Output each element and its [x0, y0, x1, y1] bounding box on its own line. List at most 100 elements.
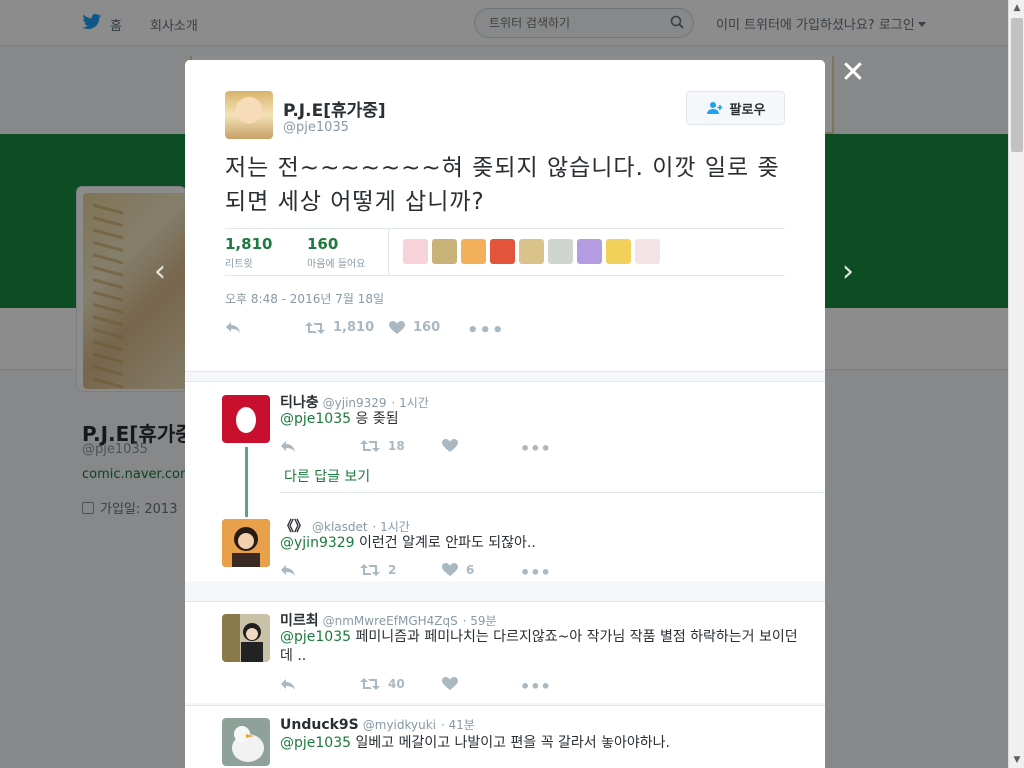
reply-text: @pje1035 응 좆됨: [280, 410, 800, 429]
reply-author-name: 《》: [280, 519, 308, 535]
scroll-down-arrow-icon[interactable]: ▼: [1009, 752, 1024, 768]
reply-author[interactable]: 티나충 @yjin9329 · 1시간: [280, 392, 429, 412]
reply-time[interactable]: · 1시간: [372, 520, 409, 534]
like-button[interactable]: 6: [442, 563, 474, 577]
scrollbar-thumb[interactable]: [1011, 18, 1023, 152]
likers-avatars: [403, 239, 660, 264]
liker-avatar-3[interactable]: [461, 239, 486, 264]
retweet-count: 18: [388, 439, 405, 453]
reply-icon: [281, 679, 295, 690]
retweet-icon: [305, 321, 325, 334]
tweet-stats: 1,810 리트윗 160 마음에 들어요: [225, 228, 785, 276]
author-avatar[interactable]: [225, 91, 273, 139]
reply-author-name: 미르최: [280, 613, 319, 629]
reply-actions: 18 •••: [280, 439, 680, 458]
reply-time[interactable]: · 41분: [441, 718, 475, 732]
reply-avatar[interactable]: [222, 614, 270, 662]
reply-body: 응 좆됨: [351, 411, 399, 427]
reply-text: @yjin9329 이런건 알계로 안파도 되잖아..: [280, 534, 800, 553]
reply-text: @pje1035 일베고 메갈이고 나발이고 편을 꼭 갈라서 놓아야하나.: [280, 734, 800, 753]
liker-avatar-5[interactable]: [519, 239, 544, 264]
egg-avatar-icon: [222, 395, 270, 443]
chevron-right-icon[interactable]: ›: [836, 257, 860, 287]
permalink-tweet: P.J.E[휴가중] @pje1035 팔로우 저는 전~~~~~~~혀 좆되지…: [185, 60, 825, 372]
like-count-stat[interactable]: 160 마음에 들어요: [307, 235, 365, 270]
stats-divider: [388, 229, 389, 275]
more-icon[interactable]: •••: [520, 677, 551, 696]
follow-button[interactable]: 팔로우: [686, 91, 785, 125]
list-item[interactable]: Unduck9S @myidkyuki · 41분 @pje1035 일베고 메갈…: [185, 705, 825, 768]
heart-icon: [442, 563, 458, 576]
reply-avatar[interactable]: [222, 395, 270, 443]
reply-time[interactable]: · 1시간: [391, 396, 428, 410]
retweet-count: 2: [388, 563, 397, 577]
retweet-button[interactable]: 40: [360, 677, 405, 691]
reply-avatar[interactable]: [222, 519, 270, 567]
liker-avatar-8[interactable]: [606, 239, 631, 264]
heart-icon: [442, 439, 458, 452]
reply-button[interactable]: [280, 677, 296, 691]
more-icon[interactable]: •••: [520, 439, 551, 458]
reply-author[interactable]: Unduck9S @myidkyuki · 41분: [280, 716, 475, 733]
liker-avatar-1[interactable]: [403, 239, 428, 264]
scroll-up-arrow-icon[interactable]: ▲: [1009, 0, 1024, 16]
reply-time[interactable]: · 59분: [463, 614, 497, 628]
mention-link[interactable]: @yjin9329: [280, 535, 355, 551]
author-handle[interactable]: @pje1035: [283, 120, 349, 135]
liker-avatar-9[interactable]: [635, 239, 660, 264]
retweet-count: 1,810: [225, 235, 273, 253]
reply-button[interactable]: [280, 439, 296, 453]
mention-link[interactable]: @pje1035: [280, 629, 351, 645]
reply-button[interactable]: [280, 563, 296, 577]
replies-list: 티나충@yjin9329 · 1시간 @pje1035 응 좆됨 18 •••: [185, 372, 825, 768]
author-name[interactable]: P.J.E[휴가중]: [283, 96, 386, 121]
reply-body: 이런건 알계로 안파도 되잖아..: [354, 535, 536, 551]
more-replies-link[interactable]: 다른 답글 보기: [284, 466, 370, 486]
close-icon[interactable]: ✕: [838, 58, 868, 88]
more-icon[interactable]: •••: [520, 563, 551, 582]
thread-divider: [280, 492, 825, 493]
like-count: 6: [466, 563, 475, 577]
thread-connector: [245, 447, 248, 517]
reply-text: @pje1035 페미니즘과 페미나치는 다르지않죠~아 작가님 작품 별점 하…: [280, 628, 800, 666]
mention-link[interactable]: @pje1035: [280, 411, 351, 427]
retweet-button[interactable]: 18: [360, 439, 405, 453]
page-scrollbar[interactable]: ▲ ▼: [1008, 0, 1024, 768]
retweet-action-count: 1,810: [333, 320, 375, 335]
like-button[interactable]: [442, 677, 466, 691]
retweet-button[interactable]: 1,810: [305, 320, 374, 335]
retweet-count: 40: [388, 677, 405, 691]
reply-avatar[interactable]: [222, 718, 270, 766]
reply-body: 일베고 메갈이고 나발이고 편을 꼭 갈라서 놓아야하나.: [351, 735, 670, 751]
tweet-text: 저는 전~~~~~~~혀 좆되지 않습니다. 이깟 일로 좆되면 세상 어떻게 …: [225, 155, 780, 215]
reply-author-handle: @nmMwreEfMGH4ZqS: [322, 614, 458, 628]
like-button[interactable]: [442, 439, 466, 453]
reply-author[interactable]: 미르최 @nmMwreEfMGH4ZqS · 59분: [280, 610, 497, 630]
chevron-left-icon[interactable]: ‹: [148, 257, 172, 287]
retweet-count-stat[interactable]: 1,810 리트윗: [225, 235, 272, 270]
like-count: 160: [307, 235, 339, 253]
list-item[interactable]: 티나충@yjin9329 · 1시간 @pje1035 응 좆됨 18 •••: [185, 381, 825, 582]
liker-avatar-7[interactable]: [577, 239, 602, 264]
list-item[interactable]: 미르최 @nmMwreEfMGH4ZqS · 59분 @pje1035 페미니즘과…: [185, 601, 825, 703]
liker-avatar-6[interactable]: [548, 239, 573, 264]
follow-button-label: 팔로우: [729, 102, 766, 118]
like-button[interactable]: 160: [389, 320, 440, 335]
reply-button[interactable]: [225, 320, 241, 334]
reply-author-handle: @myidkyuki: [362, 718, 437, 732]
reply-body: 페미니즘과 페미나치는 다르지않죠~아 작가님 작품 별점 하락하는거 보이던데…: [280, 629, 798, 664]
heart-icon: [442, 677, 458, 690]
mention-link[interactable]: @pje1035: [280, 735, 351, 751]
retweet-button[interactable]: 2: [360, 563, 396, 577]
user-photo-icon: [222, 519, 270, 567]
liker-avatar-2[interactable]: [432, 239, 457, 264]
reply-author-handle: @yjin9329: [322, 396, 387, 410]
reply-author[interactable]: 《》 @klasdet · 1시간: [280, 516, 410, 536]
heart-icon: [389, 320, 405, 334]
retweet-icon: [360, 440, 380, 452]
more-icon[interactable]: •••: [467, 320, 505, 341]
like-action-count: 160: [413, 320, 441, 335]
tweet-timestamp[interactable]: 오후 8:48 - 2016년 7월 18일: [225, 290, 384, 307]
retweet-label: 리트윗: [225, 259, 253, 270]
liker-avatar-4[interactable]: [490, 239, 515, 264]
